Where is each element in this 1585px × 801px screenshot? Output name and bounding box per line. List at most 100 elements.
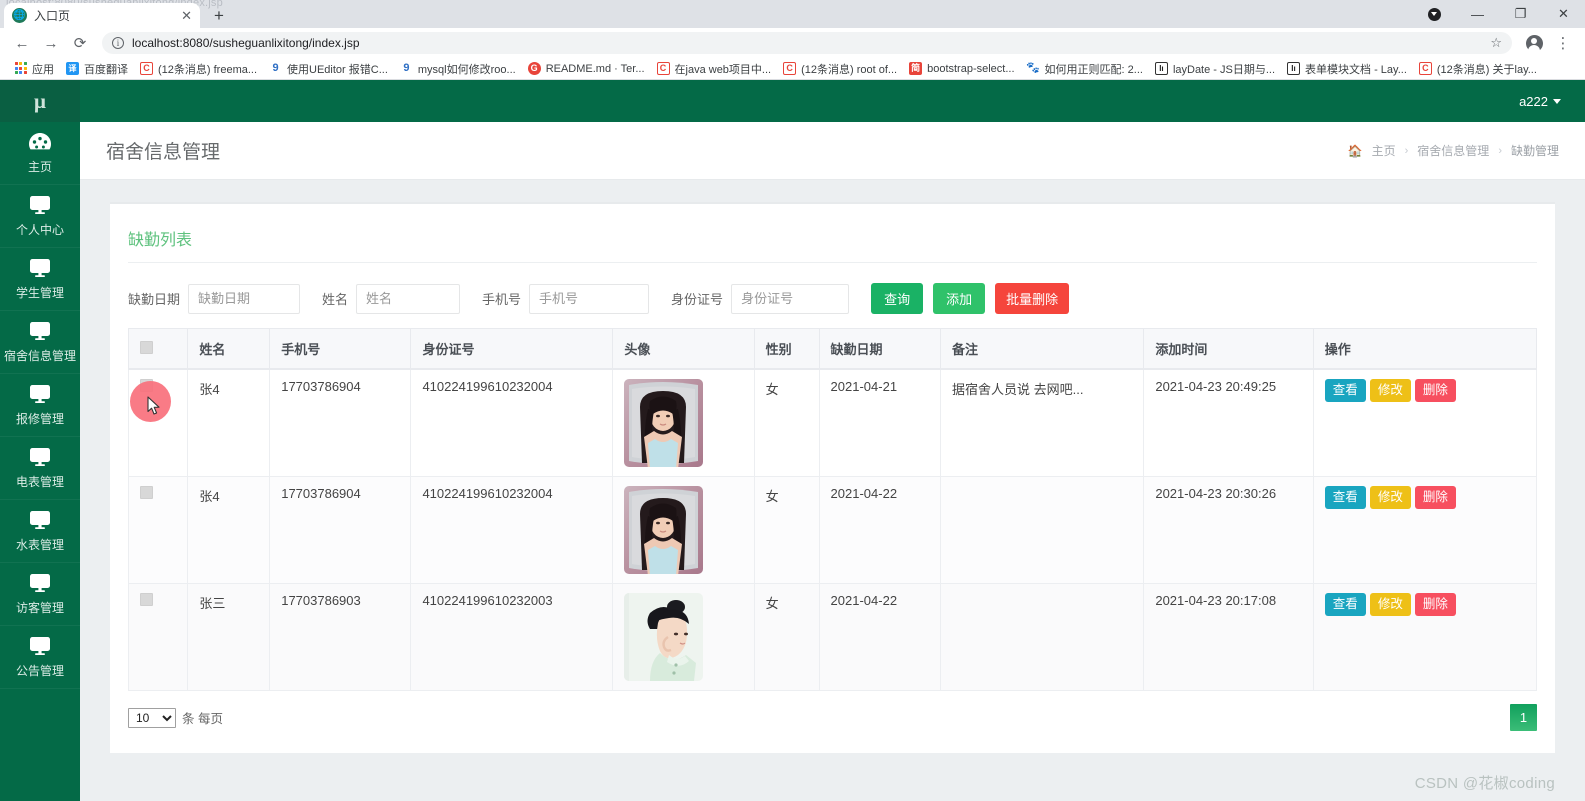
cell-phone: 17703786904 (269, 476, 412, 584)
query-button[interactable]: 查询 (871, 283, 924, 314)
bookmark-item[interactable]: C 在java web项目中... (651, 59, 778, 79)
view-button[interactable]: 查看 (1324, 593, 1366, 616)
bookmark-item[interactable]: 9 使用UEditor 报错C... (263, 59, 394, 79)
github-icon: G (527, 62, 541, 75)
page-title: 宿舍信息管理 (106, 142, 221, 163)
cell-id-card: 410224199610232003 (410, 583, 614, 691)
forward-icon[interactable]: → (38, 30, 64, 56)
sidebar-item-repair-management[interactable]: 报修管理 (0, 374, 80, 437)
profile-avatar-icon[interactable] (1521, 30, 1547, 56)
bookmark-item[interactable]: Iı layDate - JS日期与... (1149, 59, 1281, 79)
sidebar-item-visitor-management[interactable]: 访客管理 (0, 563, 80, 626)
maximize-button[interactable]: ❐ (1499, 0, 1542, 28)
add-button[interactable]: 添加 (933, 283, 986, 314)
id-card-input[interactable] (731, 283, 850, 314)
bookmark-item[interactable]: 简 bootstrap-select... (903, 59, 1020, 79)
avatar (624, 379, 704, 467)
absence-list-card: 缺勤列表 缺勤日期 姓名 手机号 (110, 202, 1555, 753)
view-button[interactable]: 查看 (1324, 379, 1366, 402)
user-menu[interactable]: a222 (1519, 94, 1561, 109)
cell-avatar (612, 476, 755, 584)
bootstrap-icon: 简 (909, 62, 923, 75)
sidebar-item-water-meter-management[interactable]: 水表管理 (0, 500, 80, 563)
content-area: 缺勤列表 缺勤日期 姓名 手机号 (80, 180, 1585, 801)
bookmark-item[interactable]: C (12条消息) root of... (777, 59, 903, 79)
monitor-icon (27, 194, 53, 216)
bookmark-item[interactable]: 译 百度翻译 (60, 59, 134, 79)
col-phone: 手机号 (269, 328, 412, 370)
batch-delete-button[interactable]: 批量删除 (995, 283, 1070, 314)
bookmark-item[interactable]: Iı 表单模块文档 - Lay... (1281, 59, 1413, 79)
sidebar-item-electric-meter-management[interactable]: 电表管理 (0, 437, 80, 500)
bookmark-label: (12条消息) root of... (801, 63, 898, 76)
row-checkbox[interactable] (140, 379, 153, 392)
bookmark-item[interactable]: C (12条消息) 关于lay... (1413, 59, 1543, 79)
absence-date-input[interactable] (188, 283, 301, 314)
main-area: a222 宿舍信息管理 🏠 主页 › 宿舍信息管理 › 缺勤管理 缺勤列表 缺勤… (80, 80, 1585, 801)
cell-operations: 查看 修改 删除 (1312, 583, 1538, 691)
back-icon[interactable]: ← (9, 30, 35, 56)
cell-remark (939, 583, 1145, 691)
browser-tab[interactable]: 🌐 入口页 ✕ (4, 3, 200, 28)
edit-button[interactable]: 修改 (1369, 379, 1411, 402)
sidebar-item-label: 报修管理 (15, 412, 64, 426)
filter-label: 手机号 (482, 292, 522, 307)
csdn-icon: C (783, 62, 797, 75)
bookmark-item[interactable]: G README.md · Ter... (522, 59, 651, 79)
table-row: 张4 17703786904 410224199610232004 女 2021… (127, 476, 1538, 584)
profile-dot-icon[interactable] (1413, 0, 1456, 28)
app-root: μ 主页 个人中心 学生管理 宿舍信息管理 报修管理 电表管理 水表管理 访客管… (0, 80, 1585, 801)
delete-button[interactable]: 删除 (1414, 593, 1456, 616)
col-gender: 性别 (753, 328, 820, 370)
table-row: 张三 17703786903 410224199610232003 女 2021… (127, 583, 1538, 691)
delete-button[interactable]: 删除 (1414, 379, 1456, 402)
window-controls: — ❐ ✕ (1413, 0, 1585, 28)
close-icon[interactable]: ✕ (181, 8, 192, 24)
name-input[interactable] (356, 283, 461, 314)
search-paw-icon: 9 (399, 62, 413, 75)
sidebar-item-label: 学生管理 (15, 286, 64, 300)
table-header-row: 姓名 手机号 身份证号 头像 性别 缺勤日期 备注 添加时间 操作 (127, 328, 1538, 370)
sidebar-item-student-management[interactable]: 学生管理 (0, 248, 80, 311)
page-header: 宿舍信息管理 🏠 主页 › 宿舍信息管理 › 缺勤管理 (80, 122, 1585, 180)
bookmark-apps[interactable]: 应用 (8, 59, 60, 79)
site-info-icon[interactable]: i (112, 37, 124, 49)
edit-button[interactable]: 修改 (1369, 486, 1411, 509)
bookmark-item[interactable]: 9 mysql如何修改roo... (394, 59, 522, 79)
row-checkbox[interactable] (140, 486, 153, 499)
view-button[interactable]: 查看 (1324, 486, 1366, 509)
chrome-menu-icon[interactable]: ⋮ (1550, 30, 1576, 56)
col-operations: 操作 (1312, 328, 1538, 370)
edit-button[interactable]: 修改 (1369, 593, 1411, 616)
bookmark-item[interactable]: C (12条消息) freema... (134, 59, 263, 79)
breadcrumb-item-dorm[interactable]: 宿舍信息管理 (1417, 142, 1489, 159)
row-checkbox[interactable] (140, 593, 153, 606)
bookmark-item[interactable]: 🐾 如何用正则匹配: 2... (1021, 59, 1149, 79)
page-size-select[interactable]: 10 20 50 100 (128, 707, 176, 728)
close-window-button[interactable]: ✕ (1542, 0, 1585, 28)
row-select-cell[interactable] (127, 583, 189, 691)
filter-phone: 手机号 (482, 283, 650, 314)
cell-remark: 据宿舍人员说 去网吧... (939, 368, 1145, 477)
absence-table: 姓名 手机号 身份证号 头像 性别 缺勤日期 备注 添加时间 操作 张4 177… (127, 328, 1538, 691)
minimize-button[interactable]: — (1456, 0, 1499, 28)
bookmark-label: 使用UEditor 报错C... (287, 63, 388, 76)
chevron-right-icon: › (1404, 144, 1409, 157)
delete-button[interactable]: 删除 (1414, 486, 1456, 509)
page-number-1[interactable]: 1 (1510, 704, 1537, 731)
select-all-header[interactable] (127, 328, 189, 370)
table-body: 张4 17703786904 410224199610232004 女 2021… (127, 368, 1538, 691)
select-all-checkbox[interactable] (140, 340, 153, 354)
sidebar-item-personal-center[interactable]: 个人中心 (0, 185, 80, 248)
reload-icon[interactable]: ⟳ (67, 30, 93, 56)
address-bar[interactable]: i localhost:8080/susheguanlixitong/index… (102, 32, 1512, 54)
row-select-cell[interactable] (127, 368, 189, 477)
sidebar-item-dorm-info-management[interactable]: 宿舍信息管理 (0, 311, 80, 374)
row-select-cell[interactable] (127, 476, 189, 584)
sidebar-item-home[interactable]: 主页 (0, 122, 80, 185)
phone-input[interactable] (529, 283, 650, 314)
bookmark-star-icon[interactable]: ☆ (1490, 35, 1502, 51)
search-paw-icon: 9 (269, 62, 283, 75)
sidebar-item-announcement-management[interactable]: 公告管理 (0, 626, 80, 689)
breadcrumb-item-home[interactable]: 主页 (1372, 142, 1396, 159)
